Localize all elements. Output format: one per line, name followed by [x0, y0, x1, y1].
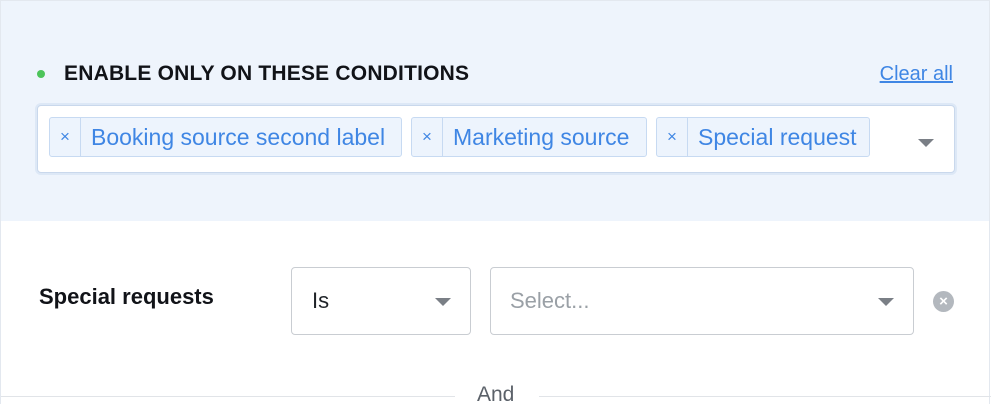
tag-marketing-source: × Marketing source	[411, 117, 647, 157]
tag-label: Special request	[698, 123, 857, 150]
tag-label: Marketing source	[453, 123, 630, 150]
value-placeholder: Select...	[510, 288, 590, 313]
divider	[539, 396, 991, 397]
section-header: ENABLE ONLY ON THESE CONDITIONS Clear al…	[37, 59, 953, 89]
conditions-editor: ENABLE ONLY ON THESE CONDITIONS Clear al…	[0, 0, 991, 404]
tag-remove-icon[interactable]: ×	[657, 118, 688, 156]
status-dot-icon	[37, 70, 45, 78]
tag-booking-source-second-label: × Booking source second label	[49, 117, 402, 157]
clear-all-link[interactable]: Clear all	[880, 63, 953, 86]
chevron-down-icon[interactable]	[918, 139, 934, 147]
conditions-multiselect[interactable]: × Booking source second label × Marketin…	[37, 105, 955, 173]
tag-remove-icon[interactable]: ×	[50, 118, 81, 156]
tag-label: Booking source second label	[91, 123, 386, 150]
condition-label: Special requests	[39, 284, 214, 309]
divider	[1, 396, 455, 397]
section-title: ENABLE ONLY ON THESE CONDITIONS	[64, 62, 470, 85]
value-select[interactable]: Select...	[490, 267, 914, 335]
operator-select[interactable]: Is	[291, 267, 471, 335]
tag-special-request: × Special request	[656, 117, 870, 157]
and-connector-label: And	[477, 383, 515, 404]
chevron-down-icon	[878, 298, 894, 306]
conditions-panel: ENABLE ONLY ON THESE CONDITIONS Clear al…	[1, 0, 989, 221]
chevron-down-icon	[435, 298, 451, 306]
remove-condition-icon[interactable]: ×	[933, 291, 954, 312]
operator-value: Is	[312, 288, 330, 313]
tag-remove-icon[interactable]: ×	[412, 118, 443, 156]
